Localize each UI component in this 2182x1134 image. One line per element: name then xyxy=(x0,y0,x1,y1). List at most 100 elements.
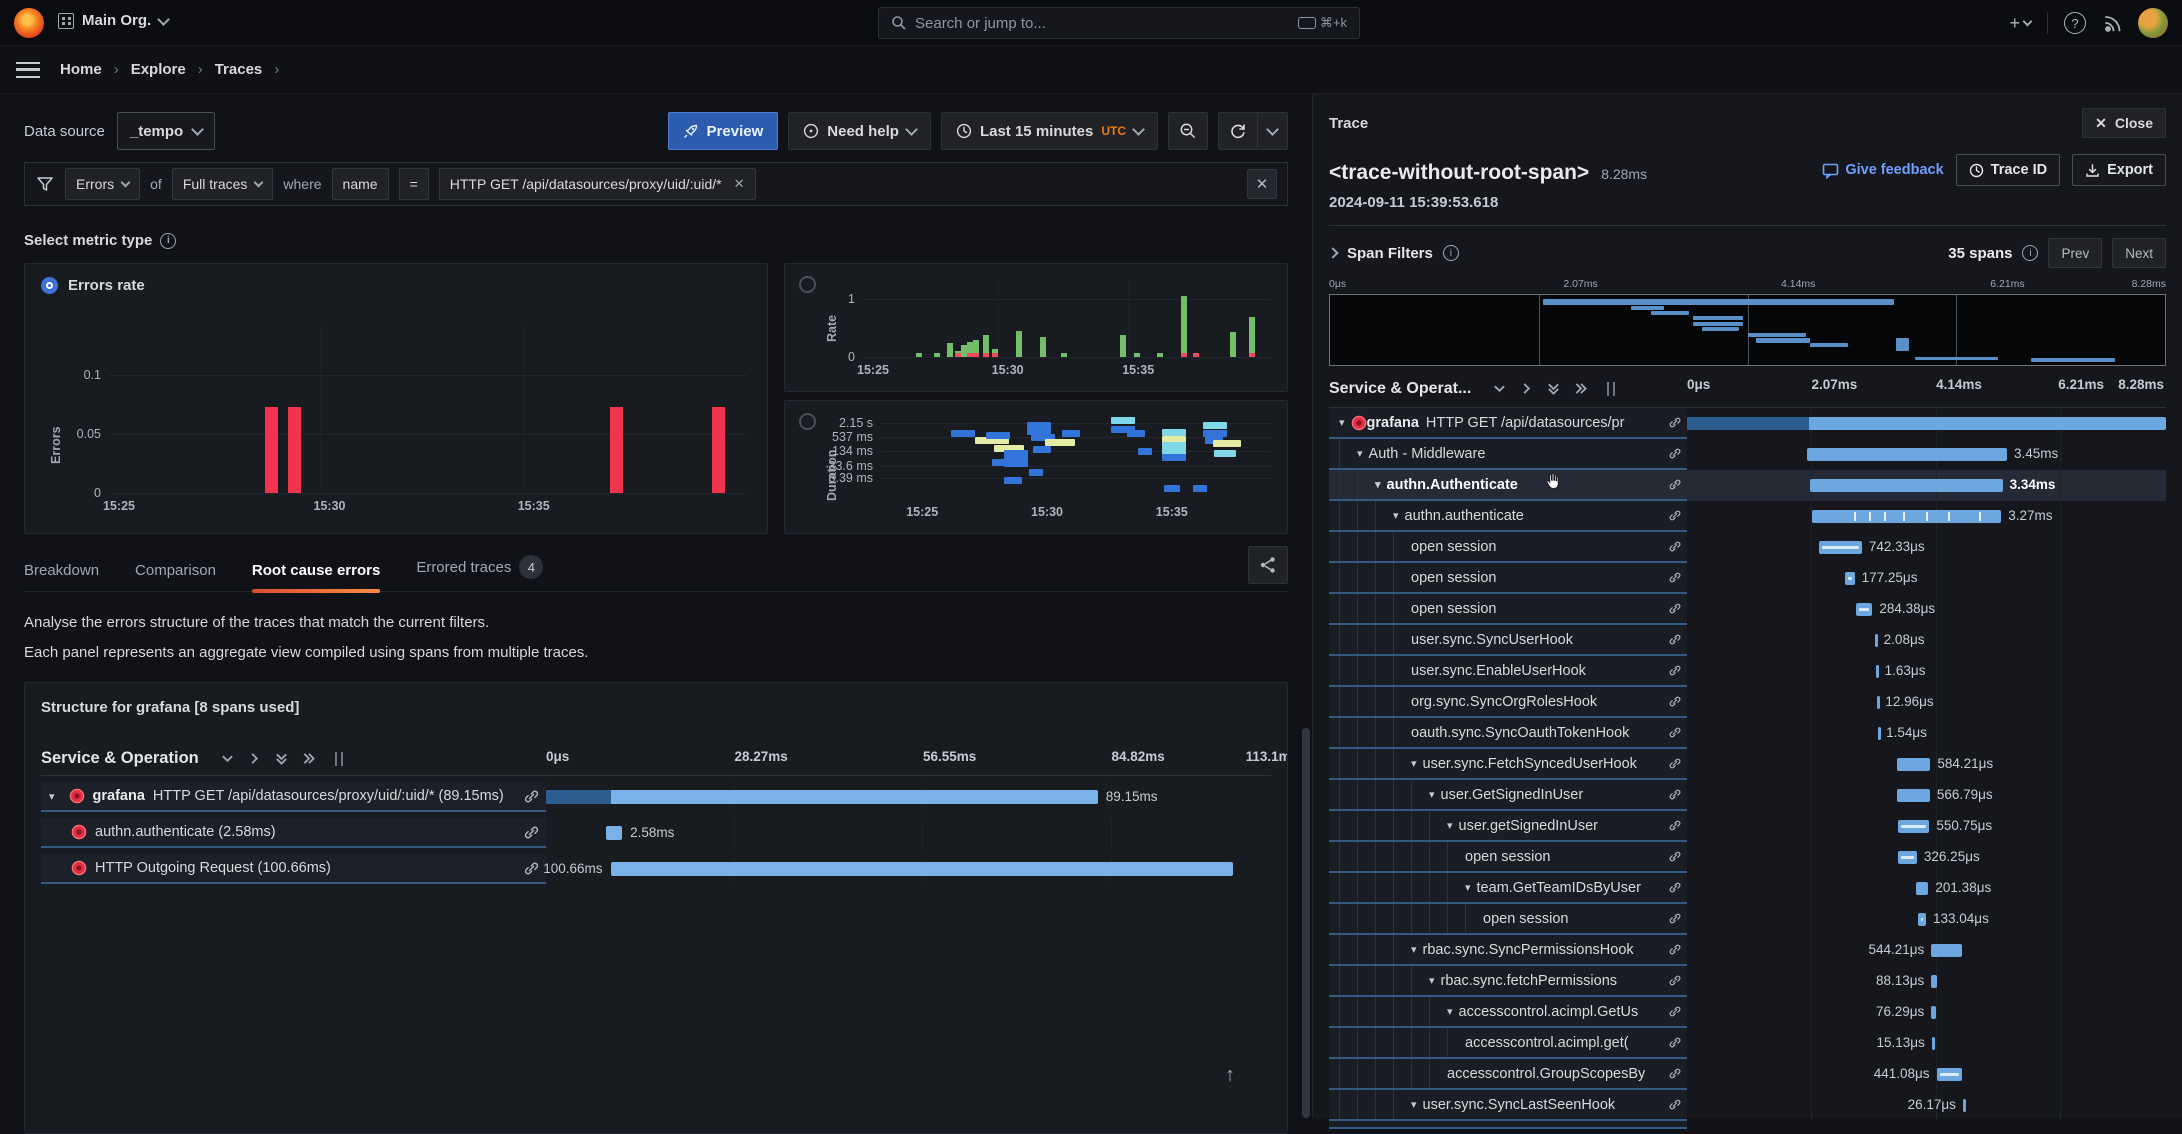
link-icon[interactable] xyxy=(523,788,540,805)
span-row[interactable]: open session 177.25μs xyxy=(1329,563,2166,594)
zoom-out-button[interactable] xyxy=(1168,112,1208,150)
span-bar[interactable] xyxy=(1963,1099,1966,1112)
span-row[interactable]: accesscontrol.GroupScopesBy 441.08μs xyxy=(1329,1059,2166,1090)
duration-radio[interactable] xyxy=(799,413,816,430)
datasource-picker[interactable]: _tempo xyxy=(117,112,215,150)
chevron-down-icon[interactable]: ▾ xyxy=(1339,416,1345,429)
prev-button[interactable]: Prev xyxy=(2048,238,2102,268)
span-bar[interactable] xyxy=(1876,665,1879,678)
span-row[interactable]: ▾team.GetTeamIDsByUser 201.38μs xyxy=(1329,873,2166,904)
span-bar[interactable] xyxy=(1812,510,2001,523)
span-bar[interactable] xyxy=(1898,820,1930,833)
link-icon[interactable] xyxy=(1665,631,1682,648)
column-resizer[interactable] xyxy=(1607,382,1615,396)
link-icon[interactable] xyxy=(1665,538,1682,555)
scroll-top-icon[interactable]: ↑ xyxy=(1225,1064,1235,1087)
span-bar[interactable] xyxy=(1897,758,1931,771)
collapse-one-icon[interactable] xyxy=(221,752,234,765)
span-row[interactable]: ▾rbac.sync.fetchPermissions 88.13μs xyxy=(1329,966,2166,997)
link-icon[interactable] xyxy=(1665,569,1682,586)
tab-breakdown[interactable]: Breakdown xyxy=(24,562,99,591)
link-icon[interactable] xyxy=(1665,1003,1682,1020)
tab-root-cause-errors[interactable]: Root cause errors xyxy=(252,562,380,591)
link-icon[interactable] xyxy=(1665,1065,1682,1082)
span-row[interactable]: open session 133.04μs xyxy=(1329,904,2166,935)
refresh-button[interactable] xyxy=(1218,112,1257,150)
structure-row[interactable]: HTTP Outgoing Request (100.66ms) 100.66m… xyxy=(41,854,1271,884)
remove-filter-icon[interactable]: ✕ xyxy=(734,176,745,192)
span-bar[interactable] xyxy=(1931,1006,1935,1019)
expand-one-icon[interactable] xyxy=(248,752,261,765)
chevron-down-icon[interactable]: ▾ xyxy=(1465,881,1471,894)
span-bar[interactable] xyxy=(546,790,1098,804)
span-row[interactable]: open session 326.25μs xyxy=(1329,842,2166,873)
preview-button[interactable]: Preview xyxy=(668,112,779,150)
breadcrumb-item[interactable]: Home xyxy=(60,61,102,78)
expand-one-icon[interactable] xyxy=(1520,382,1533,395)
span-bar[interactable] xyxy=(1916,882,1928,895)
chevron-down-icon[interactable]: ▾ xyxy=(1429,974,1435,987)
chevron-down-icon[interactable]: ▾ xyxy=(1447,819,1453,832)
link-icon[interactable] xyxy=(523,860,540,877)
span-bar[interactable] xyxy=(606,826,622,840)
link-icon[interactable] xyxy=(1665,910,1682,927)
link-icon[interactable] xyxy=(1665,662,1682,679)
span-bar[interactable] xyxy=(1819,541,1862,554)
export-button[interactable]: Export xyxy=(2072,154,2166,186)
close-button[interactable]: ✕ Close xyxy=(2082,108,2166,138)
news-icon[interactable] xyxy=(2102,13,2122,33)
link-icon[interactable] xyxy=(1665,879,1682,896)
span-bar[interactable] xyxy=(1875,634,1878,647)
tab-comparison[interactable]: Comparison xyxy=(135,562,216,591)
span-bar[interactable] xyxy=(1931,975,1936,988)
column-resizer[interactable] xyxy=(335,752,343,766)
span-row[interactable]: ▾rbac.sync.SyncPermissionsHook 544.21μs xyxy=(1329,935,2166,966)
span-bar[interactable] xyxy=(611,862,1234,876)
search-input[interactable]: Search or jump to... ⌘+k xyxy=(878,7,1360,39)
collapse-all-icon[interactable] xyxy=(1547,382,1560,395)
span-bar[interactable] xyxy=(1898,851,1917,864)
span-row[interactable]: ▾authn.authenticate 3.27ms xyxy=(1329,501,2166,532)
metric-filter-dropdown[interactable]: Errors xyxy=(65,168,140,200)
span-bar[interactable] xyxy=(1845,572,1855,585)
breadcrumb-item[interactable]: Explore xyxy=(131,61,186,78)
span-row[interactable]: ▾grafanaHTTP GET /api/datasources/pr xyxy=(1329,408,2166,439)
structure-row[interactable]: ▾grafanaHTTP GET /api/datasources/proxy/… xyxy=(41,782,1271,812)
trace-minimap[interactable] xyxy=(1329,294,2166,366)
link-icon[interactable] xyxy=(1665,941,1682,958)
next-button[interactable]: Next xyxy=(2112,238,2166,268)
collapse-one-icon[interactable] xyxy=(1493,382,1506,395)
filter-operator[interactable]: = xyxy=(399,168,429,200)
span-row[interactable]: accesscontrol.acimpl.get( 15.13μs xyxy=(1329,1028,2166,1059)
avatar[interactable] xyxy=(2138,8,2168,38)
link-icon[interactable] xyxy=(1665,755,1682,772)
link-icon[interactable] xyxy=(1665,1096,1682,1113)
grafana-logo-icon[interactable] xyxy=(14,8,44,38)
chevron-down-icon[interactable]: ▾ xyxy=(1357,447,1363,460)
breadcrumb-item[interactable]: Traces xyxy=(215,61,263,78)
span-bar[interactable] xyxy=(1918,913,1926,926)
link-icon[interactable] xyxy=(1665,693,1682,710)
trace-id-button[interactable]: Trace ID xyxy=(1956,154,2060,186)
span-row[interactable]: open session 284.38μs xyxy=(1329,594,2166,625)
span-bar[interactable] xyxy=(1687,417,2166,430)
link-icon[interactable] xyxy=(1665,972,1682,989)
help-icon[interactable]: ? xyxy=(2064,12,2086,34)
span-row[interactable]: open session 742.33μs xyxy=(1329,532,2166,563)
link-icon[interactable] xyxy=(1665,600,1682,617)
info-icon[interactable]: i xyxy=(160,233,176,249)
span-row[interactable]: oauth.sync.SyncOauthTokenHook 1.54μs xyxy=(1329,718,2166,749)
tab-errored-traces[interactable]: Errored traces4 xyxy=(416,555,543,591)
chevron-down-icon[interactable]: ▾ xyxy=(49,790,55,803)
link-icon[interactable] xyxy=(1665,414,1682,431)
span-row[interactable]: ▾user.GetSignedInUser 566.79μs xyxy=(1329,780,2166,811)
share-button[interactable] xyxy=(1248,546,1288,584)
structure-row[interactable]: authn.authenticate (2.58ms) 2.58ms xyxy=(41,818,1271,848)
clear-filters-button[interactable]: ✕ xyxy=(1247,169,1277,199)
link-icon[interactable] xyxy=(1665,724,1682,741)
link-icon[interactable] xyxy=(1665,786,1682,803)
link-icon[interactable] xyxy=(1665,507,1682,524)
org-switcher[interactable]: Main Org. xyxy=(58,12,168,29)
chevron-down-icon[interactable]: ▾ xyxy=(1375,478,1381,491)
span-bar[interactable] xyxy=(1810,479,2003,492)
